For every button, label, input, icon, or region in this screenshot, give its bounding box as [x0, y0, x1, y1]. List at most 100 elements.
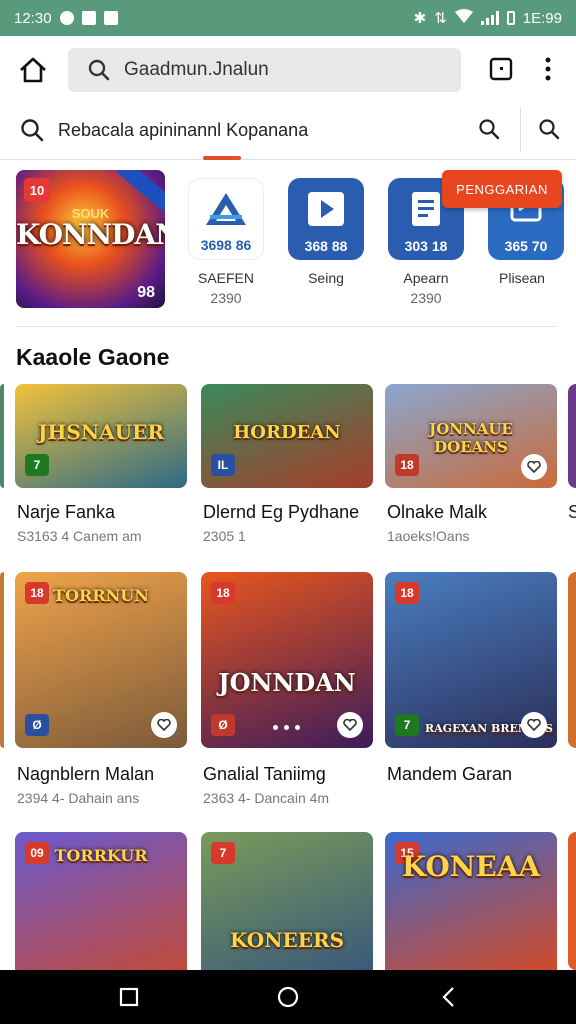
app-tile-1[interactable]: 3698 86: [188, 178, 264, 260]
more-options-icon[interactable]: [536, 56, 560, 82]
app-code: 303 18: [404, 238, 448, 254]
app-notification-icon: [103, 11, 118, 25]
game-card[interactable]: JONNAUE DOEANS 18: [385, 384, 557, 488]
age-rating-badge: 10: [24, 178, 50, 202]
home-icon[interactable]: [18, 56, 48, 84]
app-name: Apearn: [403, 270, 449, 286]
game-subtitle: 1aoeks!Oans: [387, 528, 470, 544]
search-icon: [21, 119, 44, 142]
app-name: SAEFEN: [197, 270, 254, 286]
app-bar: Gaadmun.Jnalun: [0, 36, 576, 104]
game-title: Olnake Malk: [387, 502, 488, 522]
game-card[interactable]: 7 KONEERS: [201, 832, 373, 970]
carousel-dots: [273, 725, 300, 730]
search-input[interactable]: Gaadmun.Jnalun: [68, 48, 461, 92]
rating-tag: 18: [395, 454, 419, 476]
app-tile-2[interactable]: 368 88: [288, 178, 364, 260]
secondary-search-query: Rebacala apininannl Kopanana: [58, 119, 309, 140]
search-icon: [88, 59, 110, 81]
app-code: 3698 86: [200, 237, 252, 253]
wifi-icon: [454, 9, 473, 27]
app-sub: 2390: [210, 290, 242, 306]
game-logo: KONEERS: [229, 928, 345, 952]
featured-corner-number: 98: [137, 284, 155, 301]
partial-card-right: [568, 832, 576, 970]
search-button-icon[interactable]: [478, 118, 500, 145]
game-logo: JHSNAUER: [38, 420, 164, 444]
game-subtitle: 2305 1: [203, 528, 246, 544]
app-code: 365 70: [504, 238, 548, 254]
battery-icon: [506, 11, 515, 25]
section-title: Kaaole Gaone: [16, 344, 170, 370]
search-alt-icon[interactable]: [538, 118, 560, 145]
status-time: 12:30: [14, 9, 52, 27]
home-nav-icon[interactable]: [275, 984, 301, 1010]
game-logo: TORRNUN: [53, 586, 149, 605]
partial-card-right: [568, 384, 576, 488]
secondary-search-field[interactable]: Rebacala apininannl Kopanana: [20, 104, 308, 156]
game-logo: JONNDAN: [218, 668, 356, 697]
rating-tag: 18: [395, 582, 419, 604]
game-title: Narje Fanka: [17, 502, 116, 522]
promo-button[interactable]: PENGGARIAN: [442, 170, 562, 208]
document-icon: [412, 192, 440, 226]
game-card[interactable]: 18 RAGEXAN BRENCES 7: [385, 572, 557, 748]
game-logo: KONEAA: [401, 850, 541, 883]
recents-icon[interactable]: [116, 984, 142, 1010]
game-logo: JONNAUE DOEANS: [429, 420, 513, 456]
app-code: 368 88: [304, 238, 348, 254]
favorite-heart-icon[interactable]: [151, 712, 177, 738]
divider: [520, 108, 521, 152]
rating-tag: 18: [211, 582, 235, 604]
rating-tag: IL: [211, 454, 235, 476]
game-title: Mandem Garan: [387, 764, 513, 784]
game-card[interactable]: 18 TORRNUN Ø: [15, 572, 187, 748]
featured-game-card[interactable]: 10 SOUK KONNDAN 98: [16, 170, 165, 308]
bluetooth-icon: ✱: [413, 10, 427, 27]
partial-card-left: [0, 572, 4, 748]
favorite-heart-icon[interactable]: [521, 454, 547, 480]
rating-tag: 7: [211, 842, 235, 864]
secondary-search-row: Rebacala apininannl Kopanana: [0, 104, 576, 160]
game-title: Nagnblern Malan: [17, 764, 155, 784]
app-sub: 2390: [410, 290, 442, 306]
game-title: Dlernd Eg Pydhane: [203, 502, 360, 522]
app-name: Plisean: [499, 270, 545, 286]
game-subtitle: 2394 4- Dahain ans: [17, 790, 140, 806]
favorite-heart-icon[interactable]: [521, 712, 547, 738]
status-bar: 12:30 ✱ ⇅ 1E:99: [0, 0, 576, 36]
game-logo: HORDEAN: [233, 422, 341, 443]
game-card[interactable]: 09 TORRKUR: [15, 832, 187, 970]
game-title: Gnalial Taniimg: [203, 764, 326, 784]
qr-icon: [81, 11, 96, 25]
system-nav-bar: [0, 970, 576, 1024]
game-card[interactable]: JHSNAUER 7: [15, 384, 187, 488]
search-text: Gaadmun.Jnalun: [124, 59, 269, 80]
section-divider: [16, 326, 557, 327]
app-name: Seing: [308, 270, 344, 286]
platform-tag: 7: [395, 714, 419, 736]
tab-indicator: [203, 156, 241, 160]
favorite-heart-icon[interactable]: [337, 712, 363, 738]
back-icon[interactable]: [436, 984, 462, 1010]
signal-icon: [480, 11, 499, 25]
notification-icon: [59, 11, 74, 25]
platform-tag: Ø: [211, 714, 235, 736]
data-icon: ⇅: [434, 10, 447, 27]
game-card[interactable]: HORDEAN IL: [201, 384, 373, 488]
game-logo: TORRKUR: [54, 846, 148, 865]
game-card[interactable]: 18 JONNDAN Ø: [201, 572, 373, 748]
rating-tag: 7: [25, 454, 49, 476]
platform-tag: Ø: [25, 714, 49, 736]
game-card[interactable]: 15 KONEAA: [385, 832, 557, 970]
status-time-right: 1E:99: [522, 9, 562, 27]
game-subtitle: 2363 4- Dancain 4m: [203, 790, 330, 806]
partial-title-right: S: [568, 502, 576, 522]
triangle-logo-icon: [206, 193, 246, 225]
featured-title: KONNDAN: [16, 218, 165, 251]
partial-card-left: [0, 384, 4, 488]
partial-card-right: [568, 572, 576, 748]
play-icon: [308, 192, 344, 226]
tabs-icon[interactable]: [488, 56, 514, 82]
game-subtitle: S3163 4 Canem am: [17, 528, 142, 544]
